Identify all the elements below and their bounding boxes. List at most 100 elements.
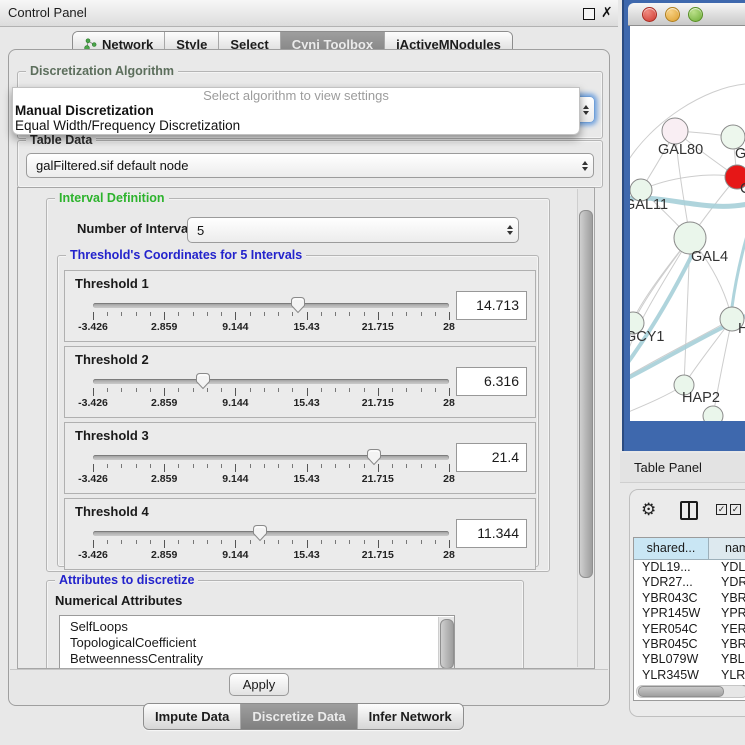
thresholds-group: Threshold's Coordinates for 5 Intervals …	[57, 255, 539, 567]
slider-track[interactable]	[93, 379, 449, 384]
network-graph: GAL80GACGAL11GAL4GCY1HHAP2	[630, 26, 745, 421]
interval-definition-title: Interval Definition	[55, 191, 169, 206]
discretization-algorithm-group-title: Discretization Algorithm	[26, 64, 178, 79]
number-of-intervals-value: 5	[188, 223, 501, 238]
settings-scrollbar[interactable]	[577, 189, 593, 667]
cell-shared-name: YBL079W	[634, 652, 709, 667]
cell-name: YDL19...	[709, 560, 745, 575]
table-row[interactable]: YPR145WYPR145W	[634, 606, 745, 621]
threshold-value-field[interactable]: 21.4	[456, 443, 527, 472]
attributes-scrollbar-thumb[interactable]	[440, 619, 454, 669]
close-traffic-light-icon[interactable]	[642, 7, 657, 22]
slider-track[interactable]	[93, 303, 449, 308]
table-row[interactable]: YBL079WYBL079W	[634, 652, 745, 667]
node-table: shared... name YDL19...YDL19...YDR27...Y…	[633, 537, 745, 701]
table-panel-title: Table Panel	[634, 460, 702, 475]
attributes-items: SelfLoopsTopologicalCoefficientBetweenne…	[60, 616, 454, 667]
zoom-traffic-light-icon[interactable]	[688, 7, 703, 22]
control-panel-titlebar: Control Panel ✗	[0, 0, 618, 27]
network-node-label: GAL4	[691, 249, 728, 265]
network-node[interactable]	[703, 406, 723, 421]
algorithm-option-equal-width[interactable]: Equal Width/Frequency Discretization	[13, 118, 579, 133]
bottom-tab-discretize-data[interactable]: Discretize Data	[241, 704, 357, 729]
attributes-group-title: Attributes to discretize	[55, 573, 198, 588]
threshold-label: Threshold 1	[75, 276, 149, 291]
algorithm-option-manual[interactable]: Manual Discretization	[13, 103, 579, 118]
combo-stepper-icon	[501, 225, 518, 235]
numerical-attributes-label: Numerical Attributes	[55, 593, 182, 608]
cyni-toolbox-pane: Discretization Algorithm Table Data galF…	[8, 49, 610, 706]
table-data-combobox-value: galFiltered.sif default node	[27, 158, 576, 173]
column-header-shared-name[interactable]: shared...	[634, 538, 709, 560]
checkbox-icon[interactable]: ✓	[716, 504, 727, 515]
slider-track[interactable]	[93, 531, 449, 536]
attribute-list-item[interactable]: BetweennessCentrality	[60, 651, 454, 667]
threshold-value-field[interactable]: 14.713	[456, 291, 527, 320]
threshold-panel-2: Threshold 2-3.4262.8599.14415.4321.71528…	[64, 346, 536, 418]
settings-scroll-viewport: Interval Definition Number of Intervals …	[17, 187, 595, 669]
bottom-tab-impute-data[interactable]: Impute Data	[144, 704, 241, 729]
checkbox-icon[interactable]: ✓	[730, 504, 741, 515]
tab-label: Discretize Data	[252, 709, 345, 724]
table-data-group-title: Table Data	[26, 133, 96, 148]
table-row[interactable]: YDR27...YDR27...	[634, 575, 745, 590]
combo-stepper-icon	[576, 161, 593, 171]
slider-tick-labels: -3.4262.8599.14415.4321.71528	[93, 397, 449, 410]
slider-track[interactable]	[93, 455, 449, 460]
numerical-attributes-list[interactable]: SelfLoopsTopologicalCoefficientBetweenne…	[59, 615, 455, 669]
table-row[interactable]: YLR345WYLR345W	[634, 668, 745, 683]
slider-tick-labels: -3.4262.8599.14415.4321.71528	[93, 321, 449, 334]
bottom-tab-infer-network[interactable]: Infer Network	[358, 704, 463, 729]
cell-shared-name: YPR145W	[634, 606, 709, 621]
network-window-titlebar	[628, 3, 745, 26]
cell-shared-name: YLR345W	[634, 668, 709, 683]
cell-name: YDR27...	[709, 575, 745, 590]
network-node-gal80[interactable]	[662, 118, 688, 144]
gear-icon[interactable]: ⚙	[641, 501, 656, 518]
network-node-label: C	[740, 181, 745, 197]
settings-scrollbar-thumb[interactable]	[579, 210, 593, 578]
table-data-group: Table Data galFiltered.sif default node	[17, 140, 603, 188]
close-panel-icon[interactable]: ✗	[601, 4, 613, 21]
network-node-label: HAP2	[682, 390, 720, 406]
network-node-label: GAL11	[630, 197, 668, 213]
network-edge	[641, 175, 737, 190]
network-node-label: H	[738, 321, 745, 337]
float-window-icon[interactable]	[583, 8, 595, 20]
table-panel-header: Table Panel	[620, 453, 745, 483]
apply-row: Apply	[10, 669, 608, 705]
network-canvas[interactable]: GAL80GACGAL11GAL4GCY1HHAP2	[630, 26, 745, 421]
threshold-panel-1: Threshold 1 -3.4262.8599.14415.4321.71528…	[64, 270, 536, 342]
network-edge-thick	[732, 232, 745, 307]
table-hscrollbar-thumb[interactable]	[638, 686, 724, 697]
attributes-list-scrollbar[interactable]	[438, 617, 454, 669]
cell-name: YBR043C	[709, 591, 745, 606]
slider-tick-labels: -3.4262.8599.14415.4321.71528	[93, 473, 449, 486]
table-row[interactable]: YBR043CYBR043C	[634, 591, 745, 606]
network-node-label: GCY1	[630, 329, 665, 345]
threshold-panel-3: Threshold 3-3.4262.8599.14415.4321.71528…	[64, 422, 536, 494]
minimize-traffic-light-icon[interactable]	[665, 7, 680, 22]
attribute-list-item[interactable]: TopologicalCoefficient	[60, 635, 454, 651]
threshold-panel-4: Threshold 4-3.4262.8599.14415.4321.71528…	[64, 498, 536, 570]
table-row[interactable]: YBR045CYBR045C	[634, 637, 745, 652]
thresholds-group-title: Threshold's Coordinates for 5 Intervals	[66, 248, 306, 263]
split-columns-icon[interactable]	[680, 501, 698, 520]
table-data-combobox[interactable]: galFiltered.sif default node	[26, 153, 594, 178]
table-row[interactable]: YER054CYER054C	[634, 622, 745, 637]
cell-name: YBR045C	[709, 637, 745, 652]
number-of-intervals-combobox[interactable]: 5	[187, 217, 519, 243]
apply-button[interactable]: Apply	[229, 673, 289, 696]
cell-shared-name: YDL19...	[634, 560, 709, 575]
threshold-value-field[interactable]: 11.344	[456, 519, 527, 548]
slider-ticks	[93, 312, 449, 321]
cell-name: YPR145W	[709, 606, 745, 621]
table-row[interactable]: YDL19...YDL19...	[634, 560, 745, 575]
cell-name: YLR345W	[709, 668, 745, 683]
threshold-value-field[interactable]: 6.316	[456, 367, 527, 396]
tab-label: Impute Data	[155, 709, 229, 724]
column-header-name[interactable]: name	[709, 538, 745, 560]
number-of-intervals-label: Number of Intervals	[77, 221, 199, 236]
attribute-list-item[interactable]: SelfLoops	[60, 619, 454, 635]
table-hscrollbar[interactable]	[636, 685, 745, 698]
